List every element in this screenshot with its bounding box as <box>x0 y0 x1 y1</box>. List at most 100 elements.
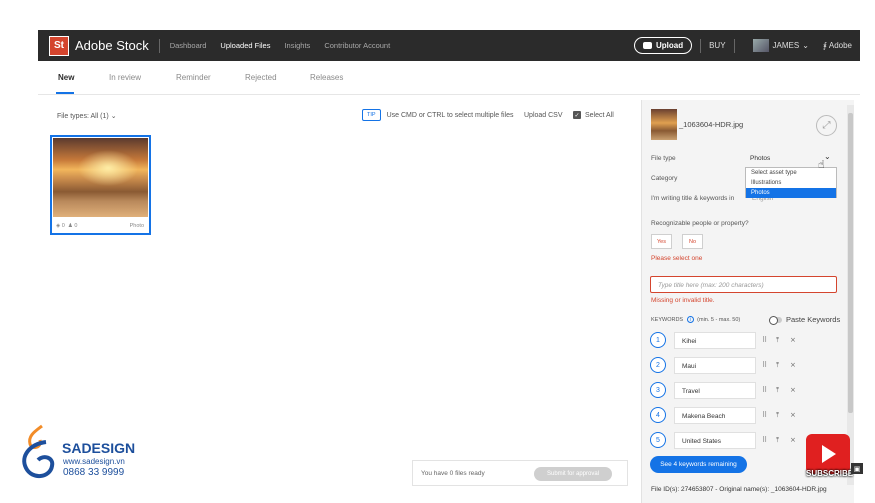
keyword-input[interactable]: Kihei <box>674 332 756 349</box>
subscribe-label: SUBSCRIBE <box>806 469 854 478</box>
toggle-switch[interactable] <box>769 315 782 325</box>
header-divider <box>700 38 702 53</box>
select-error-message: Please select one <box>651 255 703 262</box>
file-thumbnail-card[interactable]: ◈ 0 ♟ 0 Photo <box>50 135 151 235</box>
keywords-hint: (min. 5 - max. 50) <box>697 317 741 323</box>
selected-filename: _1063604-HDR.jpg <box>679 120 744 129</box>
top-margin <box>0 0 875 30</box>
remove-icon[interactable]: × <box>790 336 796 344</box>
chevron-down-icon[interactable]: ⌄ <box>824 152 831 161</box>
app-header: St Adobe Stock Dashboard Uploaded Files … <box>38 30 860 61</box>
category-label: Category <box>651 175 678 182</box>
keyword-input[interactable]: Maui <box>674 357 756 374</box>
people-icon: ♟ <box>67 223 73 229</box>
language-label: I'm writing title & keywords in <box>651 195 735 202</box>
move-to-top-icon[interactable]: ⤒ <box>776 436 779 445</box>
drag-handle-icon[interactable]: ⠿ <box>762 336 767 344</box>
remove-icon[interactable]: × <box>790 436 796 444</box>
move-to-top-icon[interactable]: ⤒ <box>776 411 779 420</box>
sadesign-phone: 0868 33 9999 <box>63 467 125 478</box>
keyword-input[interactable]: Travel <box>674 382 756 399</box>
keyword-number: 5 <box>650 432 666 448</box>
upload-label: Upload <box>655 41 684 50</box>
file-type-select[interactable]: Photos <box>750 155 770 162</box>
sadesign-logo-icon <box>22 424 55 478</box>
tip-badge: TIP <box>362 109 381 121</box>
sadesign-name: SADESIGN <box>62 440 136 456</box>
mouse-cursor-icon: ☝ <box>818 158 825 171</box>
panel-scrollbar[interactable] <box>847 105 854 485</box>
paste-keywords-label: Paste Keywords <box>786 315 841 324</box>
play-icon <box>822 445 836 463</box>
asset-type-label: Photo <box>129 223 144 229</box>
sadesign-watermark: SADESIGN www.sadesign.vn 0868 33 9999 <box>14 420 154 490</box>
keyword-row: 3 Travel ⠿ ⤒ × <box>650 382 845 400</box>
drag-handle-icon[interactable]: ⠿ <box>762 386 767 394</box>
info-icon[interactable]: i <box>686 316 694 323</box>
no-button[interactable]: No <box>682 234 703 249</box>
header-right: Upload BUY JAMES ⌄ ⨘ Adobe <box>633 30 852 61</box>
nav-uploaded-files[interactable]: Uploaded Files <box>220 41 270 50</box>
title-error-message: Missing or invalid title. <box>651 297 715 304</box>
adobe-stock-logo[interactable]: St <box>49 35 69 56</box>
file-type-label: File type <box>651 155 676 162</box>
adobe-link[interactable]: ⨘ Adobe <box>823 41 852 50</box>
move-to-top-icon[interactable]: ⤒ <box>776 336 779 345</box>
nav-insights[interactable]: Insights <box>284 41 310 50</box>
select-all-label: Select All <box>585 111 614 119</box>
file-types-filter[interactable]: File types: All (1) ⌄ <box>57 112 117 120</box>
tab-releases[interactable]: Releases <box>310 73 343 82</box>
page: St Adobe Stock Dashboard Uploaded Files … <box>0 0 875 503</box>
image-icon: ▣ <box>851 463 863 474</box>
keyword-number: 3 <box>650 382 666 398</box>
drag-handle-icon[interactable]: ⠿ <box>762 361 767 369</box>
tip-hint: TIP Use CMD or CTRL to select multiple f… <box>362 109 514 121</box>
tab-in-review[interactable]: In review <box>109 73 141 82</box>
upload-csv-link[interactable]: Upload CSV <box>524 112 563 119</box>
upload-button[interactable]: Upload <box>633 37 693 54</box>
remove-icon[interactable]: × <box>790 411 796 419</box>
expand-icon[interactable]: ⤢ <box>816 115 837 136</box>
paste-keywords-toggle[interactable]: Paste Keywords <box>769 315 841 325</box>
keywords-label: KEYWORDS <box>651 317 684 323</box>
file-type-dropdown: Select asset type Illustrations Photos <box>745 167 837 198</box>
status-tabs: New In review Reminder Rejected Releases <box>38 61 860 95</box>
avatar[interactable] <box>752 39 769 52</box>
yes-button[interactable]: Yes <box>651 234 672 249</box>
select-all-checkbox[interactable]: ✓ Select All <box>573 111 614 119</box>
chevron-down-icon: ⌄ <box>110 113 117 120</box>
dropdown-option-selected[interactable]: Photos <box>746 188 836 198</box>
title-input[interactable]: Type title here (max: 200 characters) <box>650 276 837 293</box>
submit-bar: You have 0 files ready Submit for approv… <box>412 460 628 486</box>
tab-new[interactable]: New <box>58 73 74 82</box>
user-menu[interactable]: JAMES <box>773 41 800 50</box>
subscribe-badge[interactable]: SUBSCRIBE <box>806 434 854 482</box>
keyword-input[interactable]: United States <box>674 432 756 449</box>
submit-for-approval-button[interactable]: Submit for approval <box>534 467 612 481</box>
move-to-top-icon[interactable]: ⤒ <box>776 361 779 370</box>
sunset-beach-photo <box>53 138 148 217</box>
camera-icon <box>642 42 652 49</box>
keyword-row: 4 Makena Beach ⠿ ⤒ × <box>650 407 845 425</box>
see-remaining-keywords-button[interactable]: See 4 keywords remaining <box>650 456 747 473</box>
keyword-row: 1 Kihei ⠿ ⤒ × <box>650 332 845 350</box>
dropdown-option[interactable]: Illustrations <box>746 178 836 188</box>
scrollbar-thumb[interactable] <box>848 113 853 413</box>
drag-handle-icon[interactable]: ⠿ <box>762 436 767 444</box>
selected-file-thumbnail <box>651 109 677 140</box>
active-tab-indicator <box>56 92 74 94</box>
brand-title[interactable]: Adobe Stock <box>75 38 149 53</box>
nav-dashboard[interactable]: Dashboard <box>170 41 207 50</box>
file-id-text: File ID(s): 274653807 - Original name(s)… <box>651 486 827 493</box>
buy-link[interactable]: BUY <box>709 41 725 50</box>
remove-icon[interactable]: × <box>790 361 796 369</box>
tab-rejected[interactable]: Rejected <box>245 73 277 82</box>
keyword-input[interactable]: Makena Beach <box>674 407 756 424</box>
move-to-top-icon[interactable]: ⤒ <box>776 386 779 395</box>
header-divider <box>158 38 160 53</box>
people-property-question: Recognizable people or property? <box>651 220 749 227</box>
drag-handle-icon[interactable]: ⠿ <box>762 411 767 419</box>
tab-reminder[interactable]: Reminder <box>176 73 211 82</box>
remove-icon[interactable]: × <box>790 386 796 394</box>
nav-contributor-account[interactable]: Contributor Account <box>324 41 390 50</box>
